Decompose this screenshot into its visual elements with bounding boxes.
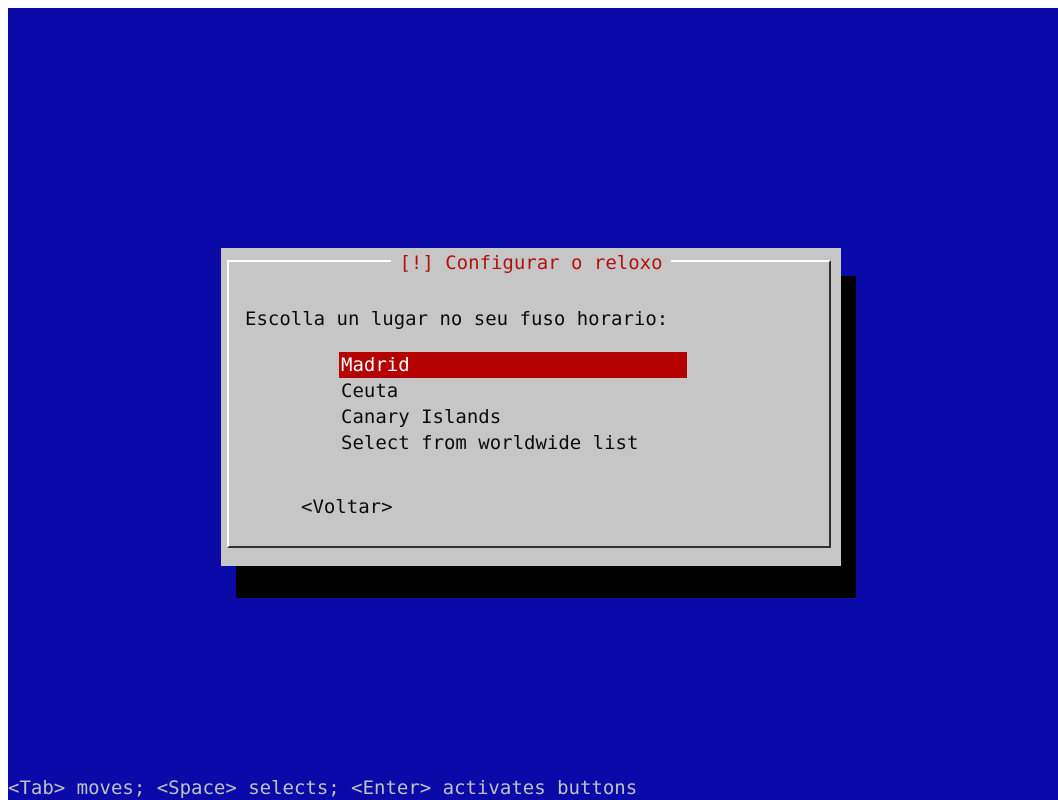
dialog-title: [!] Configurar o reloxo [391, 251, 671, 275]
list-item-madrid[interactable]: Madrid [339, 352, 687, 378]
dialog-title-bar: [!] Configurar o reloxo [221, 251, 841, 275]
list-item-canary-islands[interactable]: Canary Islands [339, 404, 687, 430]
list-item-worldwide-list[interactable]: Select from worldwide list [339, 430, 687, 456]
timezone-list: Madrid Ceuta Canary Islands Select from … [339, 352, 687, 456]
back-button[interactable]: <Voltar> [301, 494, 393, 520]
dialog-prompt: Escolla un lugar no seu fuso horario: [245, 308, 669, 330]
status-bar-help: <Tab> moves; <Space> selects; <Enter> ac… [8, 777, 638, 799]
list-item-ceuta[interactable]: Ceuta [339, 378, 687, 404]
timezone-dialog: [!] Configurar o reloxo Escolla un lugar… [221, 248, 841, 566]
installer-screen: [!] Configurar o reloxo Escolla un lugar… [8, 8, 1058, 800]
